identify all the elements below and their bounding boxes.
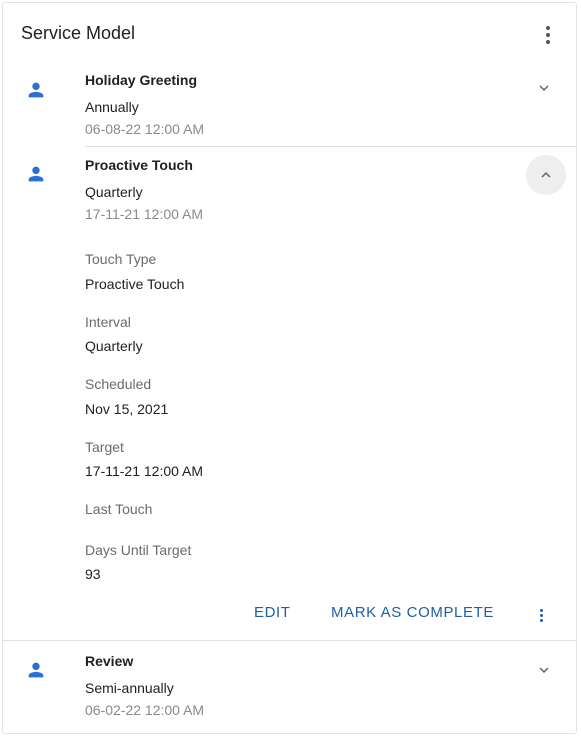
item-title: Review [85, 653, 134, 669]
detail-value-scheduled: Nov 15, 2021 [85, 401, 169, 417]
more-vert-icon[interactable] [531, 605, 551, 627]
detail-label-scheduled: Scheduled [85, 376, 152, 392]
list-item-proactive-touch[interactable]: Proactive Touch Quarterly 17-11-21 12:00… [3, 146, 576, 640]
collapse-button[interactable] [526, 155, 566, 195]
person-icon [28, 166, 44, 182]
card-title: Service Model [21, 23, 136, 43]
service-model-card: Service Model Holiday Greeting Annually … [2, 2, 577, 734]
detail-label-interval: Interval [85, 314, 131, 330]
expand-button[interactable] [526, 652, 562, 688]
item-interval: Quarterly [85, 184, 143, 200]
card-header: Service Model [3, 3, 576, 63]
detail-value-days-until-target: 93 [85, 566, 101, 582]
person-icon [28, 82, 44, 98]
item-date: 17-11-21 12:00 AM [85, 206, 204, 222]
more-vert-icon[interactable] [538, 23, 558, 47]
item-date: 06-02-22 12:00 AM [85, 702, 205, 718]
item-title: Holiday Greeting [85, 72, 198, 88]
detail-label-last-touch: Last Touch [85, 501, 153, 517]
item-date: 06-08-22 12:00 AM [85, 121, 205, 137]
detail-value-target: 17-11-21 12:00 AM [85, 463, 204, 479]
list-item-holiday-greeting[interactable]: Holiday Greeting Annually 06-08-22 12:00… [3, 63, 576, 146]
detail-label-touch-type: Touch Type [85, 251, 157, 267]
detail-value-interval: Quarterly [85, 338, 143, 354]
person-icon [28, 662, 44, 678]
chevron-down-icon [539, 85, 549, 91]
detail-value-touch-type: Proactive Touch [85, 276, 185, 292]
expand-button[interactable] [526, 70, 562, 106]
mark-as-complete-button[interactable]: MARK AS COMPLETE [331, 604, 494, 621]
edit-button[interactable]: EDIT [254, 604, 291, 621]
chevron-down-icon [539, 667, 549, 673]
item-interval: Semi-annually [85, 680, 174, 696]
detail-label-days-until-target: Days Until Target [85, 542, 192, 558]
item-interval: Annually [85, 99, 139, 115]
detail-label-target: Target [85, 439, 124, 455]
item-title: Proactive Touch [85, 157, 193, 173]
list-item-review[interactable]: Review Semi-annually 06-02-22 12:00 AM [3, 640, 576, 735]
chevron-up-icon [541, 172, 551, 178]
